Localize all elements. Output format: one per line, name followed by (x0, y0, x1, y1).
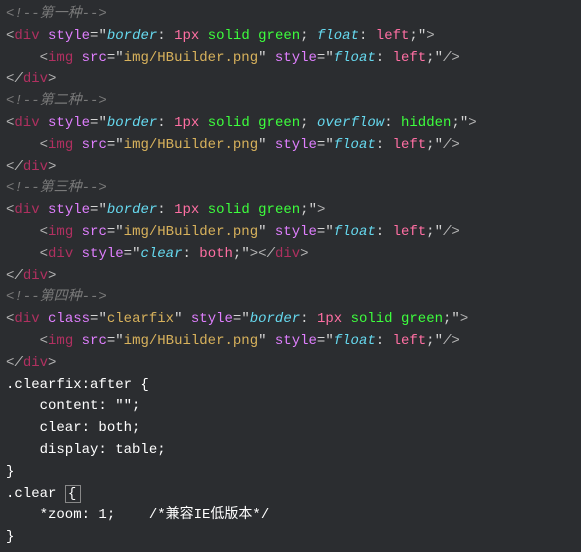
code-line: <img src="img/HBuilder.png" style="float… (6, 222, 575, 244)
code-line: <div style="border: 1px solid green;"> (6, 200, 575, 222)
code-line: <img src="img/HBuilder.png" style="float… (6, 48, 575, 70)
code-line: <div style="border: 1px solid green; flo… (6, 26, 575, 48)
code-line: </div> (6, 353, 575, 375)
code-editor[interactable]: <!--第一种--><div style="border: 1px solid … (6, 4, 575, 549)
code-line: </div> (6, 157, 575, 179)
code-line: clear: both; (6, 418, 575, 440)
code-line: <img src="img/HBuilder.png" style="float… (6, 331, 575, 353)
code-line: </div> (6, 266, 575, 288)
code-line: *zoom: 1; /*兼容IE低版本*/ (6, 505, 575, 527)
code-line: <img src="img/HBuilder.png" style="float… (6, 135, 575, 157)
code-line: <div class="clearfix" style="border: 1px… (6, 309, 575, 331)
code-line: display: table; (6, 440, 575, 462)
code-line: } (6, 527, 575, 549)
code-line: <div style="clear: both;"></div> (6, 244, 575, 266)
code-line: </div> (6, 69, 575, 91)
code-line: } (6, 462, 575, 484)
code-comment: <!--第一种--> (6, 4, 575, 26)
code-comment: <!--第二种--> (6, 91, 575, 113)
code-line: content: ""; (6, 396, 575, 418)
code-line: .clearfix:after { (6, 375, 575, 397)
code-comment: <!--第三种--> (6, 178, 575, 200)
code-line: <div style="border: 1px solid green; ove… (6, 113, 575, 135)
code-comment: <!--第四种--> (6, 287, 575, 309)
code-line: .clear { (6, 484, 575, 506)
text-cursor: { (65, 485, 81, 503)
